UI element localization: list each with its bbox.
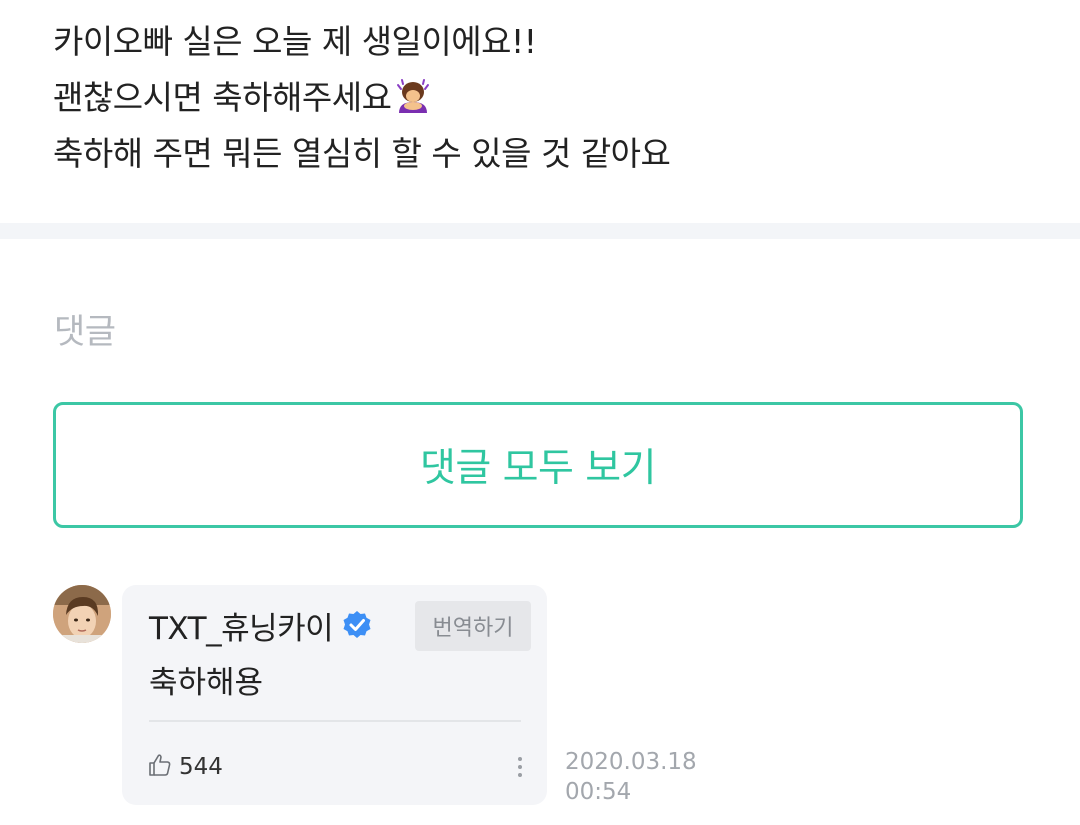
verified-badge-icon — [341, 609, 373, 641]
view-all-comments-button[interactable]: 댓글 모두 보기 — [53, 402, 1023, 528]
post-text-line: 카이오빠 실은 오늘 제 생일이에요!! — [53, 22, 537, 61]
post-text-segment: 괜찮으시면 축하해주세요 — [53, 78, 392, 117]
person-bowing-emoji-icon — [393, 75, 433, 132]
view-all-comments-label: 댓글 모두 보기 — [419, 446, 657, 491]
comment-text: 축하해용 — [149, 665, 264, 701]
comment-author-row: TXT_휴닝카이 — [149, 603, 373, 647]
post-text-line: 축하해 주면 뭐든 열심히 할 수 있을 것 같아요 — [53, 134, 671, 173]
comment-date: 2020.03.18 — [565, 749, 697, 775]
comment-author-name[interactable]: TXT_휴닝카이 — [149, 603, 334, 648]
thumbs-up-icon — [147, 752, 173, 782]
comment-card: TXT_휴닝카이 번역하기 축하해용 544 — [122, 585, 547, 805]
more-options-icon[interactable] — [508, 751, 532, 783]
comment-divider — [149, 720, 521, 722]
post-body: 카이오빠 실은 오늘 제 생일이에요!! 괜찮으시면 축하해주세요 축하해 주면… — [53, 14, 1043, 182]
post-text-line: 괜찮으시면 축하해주세요 — [53, 70, 1043, 126]
comment-timestamp: 2020.03.18 00:54 — [565, 747, 697, 807]
like-count: 544 — [179, 754, 223, 780]
translate-button[interactable]: 번역하기 — [415, 601, 531, 651]
avatar[interactable] — [53, 585, 111, 643]
comment-time: 00:54 — [565, 779, 632, 805]
section-divider — [0, 223, 1080, 239]
comments-heading: 댓글 — [54, 312, 116, 352]
like-button[interactable]: 544 — [147, 751, 223, 783]
avatar-image — [53, 585, 111, 643]
